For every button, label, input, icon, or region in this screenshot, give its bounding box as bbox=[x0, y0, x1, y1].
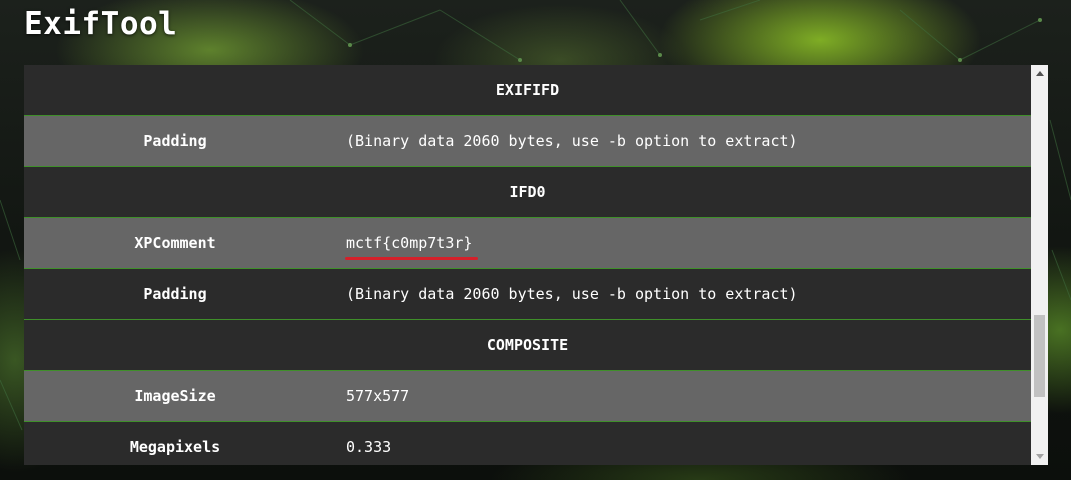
highlight-underline bbox=[345, 257, 479, 260]
tag-value-cell: (Binary data 2060 bytes, use -b option t… bbox=[326, 285, 798, 303]
table-row: Megapixels 0.333 bbox=[24, 422, 1031, 465]
section-title: EXIFIFD bbox=[495, 81, 560, 99]
tag-name-cell: Megapixels bbox=[129, 438, 221, 456]
tag-value-cell: (Binary data 2060 bytes, use -b option t… bbox=[326, 132, 798, 150]
tag-value-text: 577x577 bbox=[346, 387, 410, 405]
tag-value-text: (Binary data 2060 bytes, use -b option t… bbox=[346, 285, 798, 303]
tag-value-text: mctf{c0mp7t3r} bbox=[346, 234, 473, 252]
tag-name-cell: Padding bbox=[143, 132, 207, 150]
tag-name-cell: XPComment bbox=[134, 234, 216, 252]
exif-table: EXIFIFD Padding (Binary data 2060 bytes, u… bbox=[24, 65, 1031, 465]
section-header-row: IFD0 bbox=[24, 167, 1031, 218]
section-title: COMPOSITE bbox=[486, 336, 569, 354]
tag-name-cell: ImageSize bbox=[134, 387, 216, 405]
table-row: Padding (Binary data 2060 bytes, use -b o… bbox=[24, 116, 1031, 167]
scroll-up-button[interactable] bbox=[1031, 65, 1048, 82]
tag-value-text: 0.333 bbox=[346, 438, 392, 456]
app-title: ExifTool bbox=[24, 6, 178, 42]
vertical-scrollbar[interactable] bbox=[1031, 65, 1048, 465]
section-header-row: COMPOSITE bbox=[24, 320, 1031, 371]
table-row: Padding (Binary data 2060 bytes, use -b o… bbox=[24, 269, 1031, 320]
section-header-row: EXIFIFD bbox=[24, 65, 1031, 116]
exif-results-panel: EXIFIFD Padding (Binary data 2060 bytes, u… bbox=[24, 65, 1048, 465]
table-row: XPComment mctf{c0mp7t3r} bbox=[24, 218, 1031, 269]
tag-value-cell: 0.333 bbox=[326, 438, 391, 456]
arrow-down-icon bbox=[1035, 454, 1044, 459]
arrow-up-icon bbox=[1035, 71, 1044, 76]
tag-value-text: (Binary data 2060 bytes, use -b option t… bbox=[346, 132, 798, 150]
scrollbar-thumb[interactable] bbox=[1034, 314, 1045, 397]
table-row: ImageSize 577x577 bbox=[24, 371, 1031, 422]
tag-value-cell: 577x577 bbox=[326, 387, 409, 405]
scroll-down-button[interactable] bbox=[1031, 448, 1048, 465]
tag-name-cell: Padding bbox=[143, 285, 207, 303]
tag-value-cell: mctf{c0mp7t3r} bbox=[326, 234, 479, 260]
section-title: IFD0 bbox=[509, 183, 546, 201]
